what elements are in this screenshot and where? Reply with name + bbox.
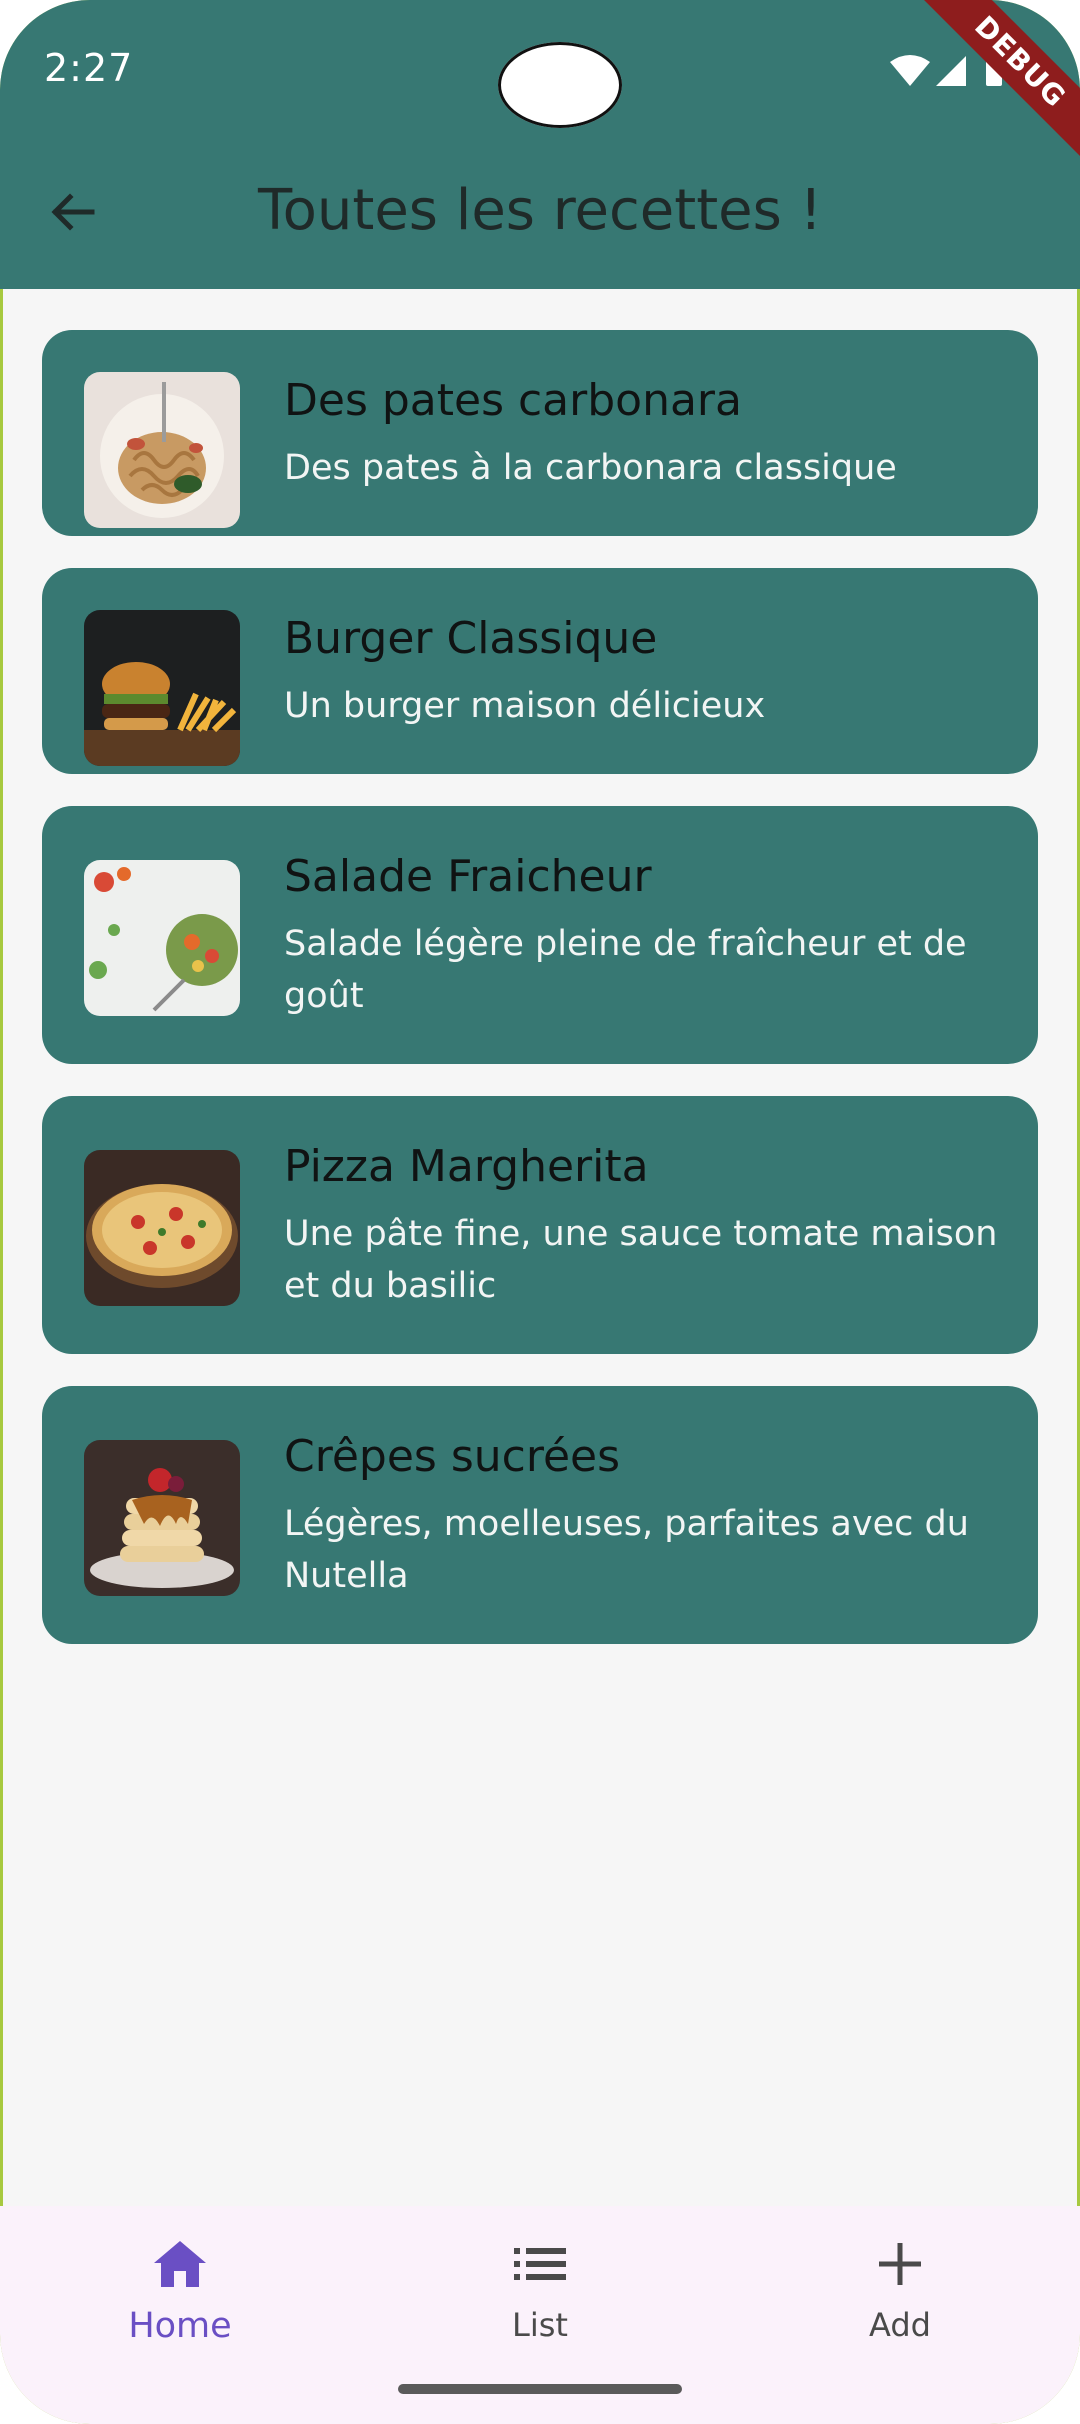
recipe-description: Des pates à la carbonara classique [284,448,897,488]
debug-banner: DEBUG [900,0,1080,180]
recipe-title: Burger Classique [284,613,658,664]
list-icon [514,2248,566,2280]
status-time: 2:27 [44,46,134,90]
pasta-photo [84,372,240,528]
recipe-card-carbonara[interactable]: Des pates carbonara Des pates à la carbo… [42,330,1038,536]
page-title: Toutes les recettes ! [257,178,823,243]
recipe-card-pizza[interactable]: Pizza Margherita Une pâte fine, une sauc… [42,1096,1038,1354]
recipe-title: Pizza Margherita [284,1141,649,1192]
recipe-title: Salade Fraicheur [284,851,652,902]
nav-list[interactable]: List [420,2232,660,2372]
burger-photo [84,610,240,766]
recipe-title: Des pates carbonara [284,375,742,426]
nav-label: Home [128,2306,232,2346]
recipe-card-burger[interactable]: Burger Classique Un burger maison délici… [42,568,1038,774]
recipe-description: Un burger maison délicieux [284,686,766,726]
app-bar: 2:27 DEBUG Toutes les recettes ! [0,0,1080,289]
nav-add[interactable]: Add [780,2232,1020,2372]
nav-label: Add [869,2306,931,2344]
recipe-title: Crêpes sucrées [284,1431,621,1482]
debug-label: DEBUG [911,0,1080,171]
home-indicator[interactable] [398,2384,682,2394]
plus-icon [879,2243,921,2285]
recipe-card-crepes[interactable]: Crêpes sucrées Légères, moelleuses, parf… [42,1386,1038,1644]
camera-cutout [498,42,622,128]
recipe-description: Salade légère pleine de fraîcheur et de … [284,924,967,1016]
phone-screen: 2:27 DEBUG Toutes les recettes ! Des pat… [0,0,1080,2424]
recipe-description: Une pâte fine, une sauce tomate maison e… [284,1214,998,1306]
crepes-photo [84,1440,240,1596]
recipe-list: Des pates carbonara Des pates à la carbo… [42,330,1038,1676]
recipe-card-salade[interactable]: Salade Fraicheur Salade légère pleine de… [42,806,1038,1064]
pizza-photo [84,1150,240,1306]
recipe-description: Légères, moelleuses, parfaites avec du N… [284,1504,969,1596]
nav-label: List [512,2306,568,2344]
salad-photo [84,860,240,1016]
nav-home[interactable]: Home [60,2232,300,2372]
home-icon [154,2241,206,2287]
